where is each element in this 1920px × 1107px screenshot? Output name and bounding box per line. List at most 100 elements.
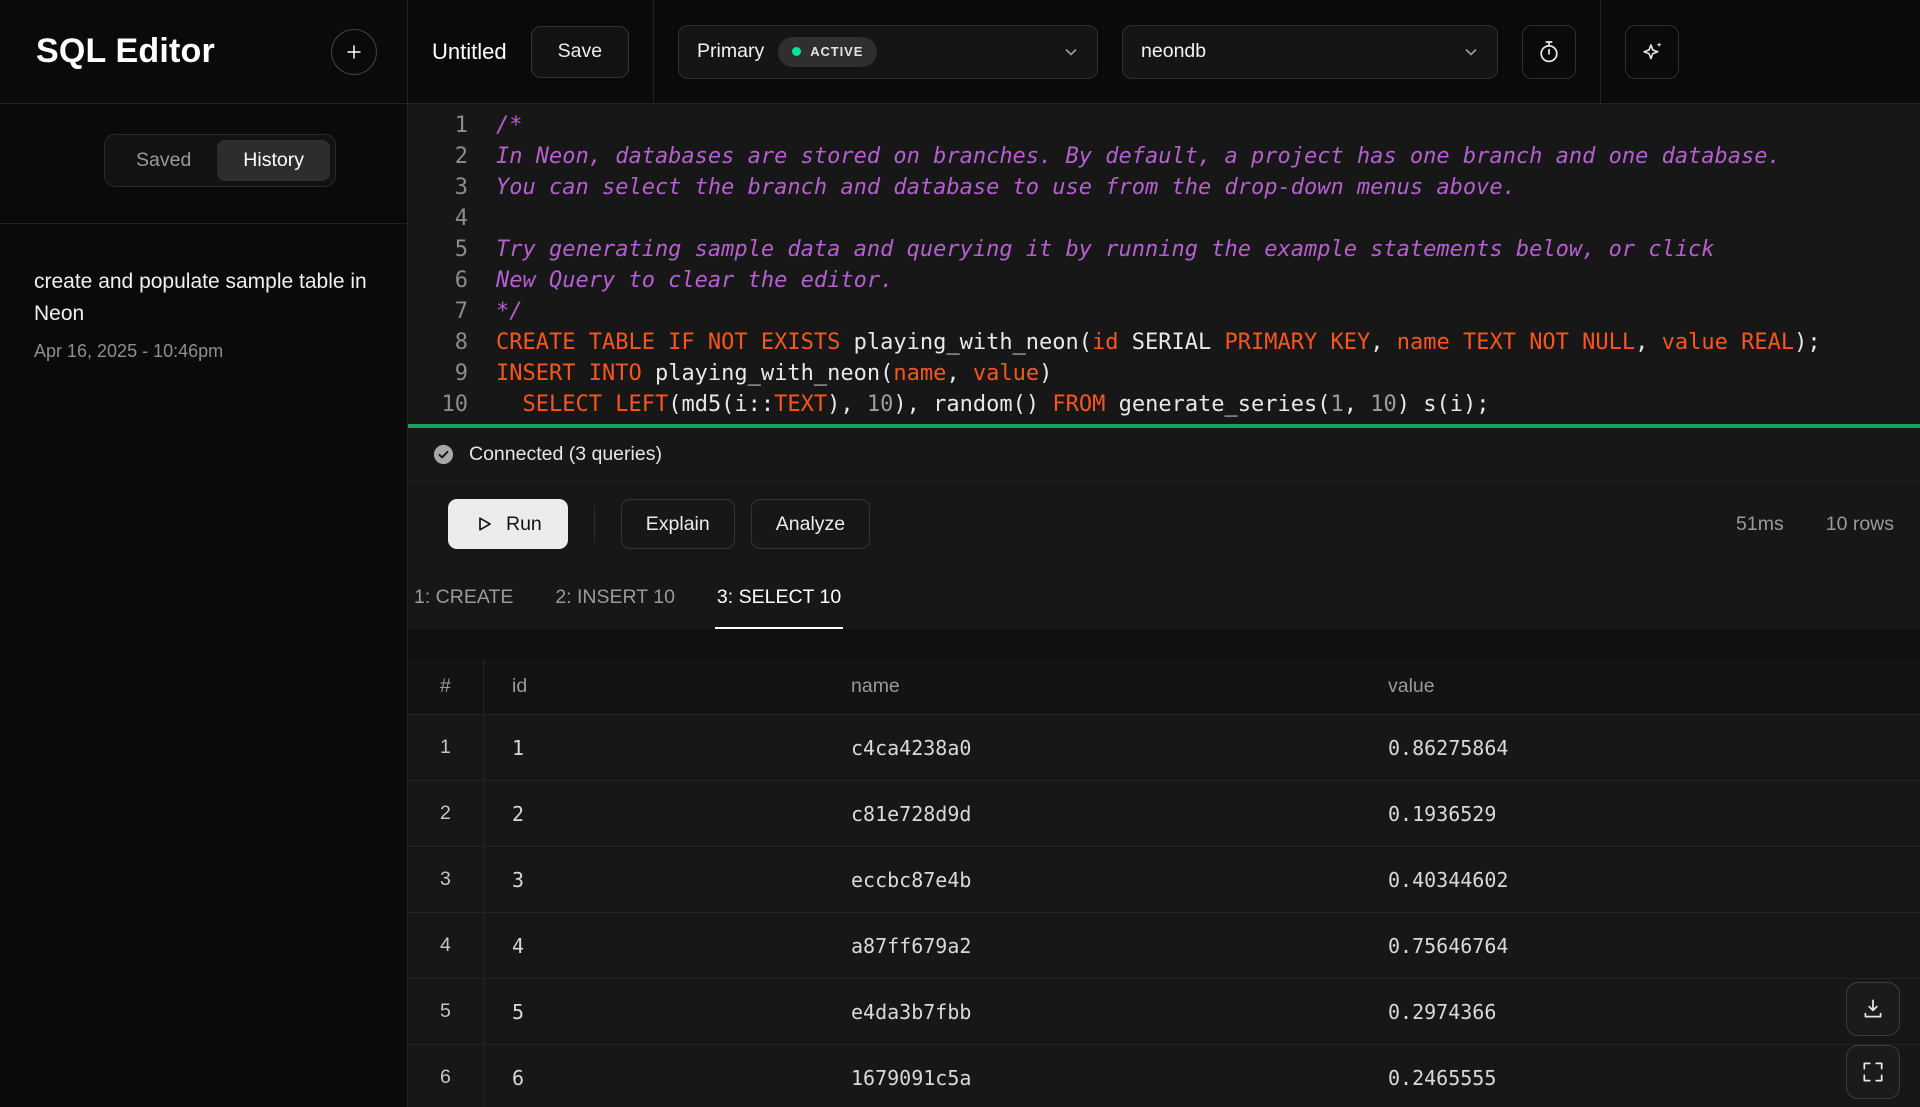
history-item[interactable]: create and populate sample table in Neon… bbox=[34, 266, 373, 362]
id-cell: 5 bbox=[484, 979, 823, 1044]
line-number: 4 bbox=[408, 203, 468, 234]
id-cell: 2 bbox=[484, 781, 823, 846]
code-text: INSERT INTO playing_with_neon(name, valu… bbox=[468, 358, 1920, 389]
branch-status-badge: ACTIVE bbox=[778, 37, 877, 67]
row-index-cell: 4 bbox=[408, 913, 484, 978]
code-editor[interactable]: 1/*2In Neon, databases are stored on bra… bbox=[408, 104, 1920, 420]
line-number: 3 bbox=[408, 172, 468, 203]
active-dot-icon bbox=[792, 47, 801, 56]
line-number: 10 bbox=[408, 389, 468, 420]
results-tab[interactable]: 3: SELECT 10 bbox=[715, 574, 843, 629]
play-icon bbox=[474, 514, 494, 534]
code-line[interactable]: 8CREATE TABLE IF NOT EXISTS playing_with… bbox=[408, 327, 1920, 358]
database-name: neondb bbox=[1141, 40, 1206, 63]
explain-button[interactable]: Explain bbox=[621, 499, 735, 549]
query-history-button[interactable] bbox=[1522, 25, 1576, 79]
download-icon bbox=[1860, 996, 1886, 1022]
results-table: #idnamevalue 11c4ca4238a00.8627586422c81… bbox=[408, 659, 1920, 1107]
table-row[interactable]: 33eccbc87e4b0.40344602 bbox=[408, 847, 1920, 913]
id-cell: 3 bbox=[484, 847, 823, 912]
code-line[interactable]: 10 SELECT LEFT(md5(i::TEXT), 10), random… bbox=[408, 389, 1920, 420]
code-line[interactable]: 2In Neon, databases are stored on branch… bbox=[408, 141, 1920, 172]
row-index-cell: 6 bbox=[408, 1045, 484, 1107]
saved-history-toggle-wrap: SavedHistory bbox=[0, 104, 407, 224]
main-panel: Untitled Save Primary ACTIVE neondb bbox=[408, 0, 1920, 1107]
code-text bbox=[468, 203, 1920, 234]
run-button-label: Run bbox=[506, 513, 542, 536]
name-cell: c4ca4238a0 bbox=[823, 715, 1360, 780]
id-cell: 1 bbox=[484, 715, 823, 780]
row-index-cell: 1 bbox=[408, 715, 484, 780]
table-row[interactable]: 44a87ff679a20.75646764 bbox=[408, 913, 1920, 979]
sidebar-header: SQL Editor bbox=[0, 0, 407, 104]
table-row[interactable]: 661679091c5a0.2465555 bbox=[408, 1045, 1920, 1107]
branch-name: Primary bbox=[697, 40, 764, 63]
analyze-button[interactable]: Analyze bbox=[751, 499, 870, 549]
ai-assistant-button[interactable] bbox=[1625, 25, 1679, 79]
name-cell: c81e728d9d bbox=[823, 781, 1360, 846]
row-index-cell: 3 bbox=[408, 847, 484, 912]
code-line[interactable]: 1/* bbox=[408, 110, 1920, 141]
query-row-count: 10 rows bbox=[1826, 513, 1894, 536]
code-line[interactable]: 5Try generating sample data and querying… bbox=[408, 234, 1920, 265]
code-line[interactable]: 4 bbox=[408, 203, 1920, 234]
column-header-index: # bbox=[408, 659, 484, 714]
chevron-down-icon bbox=[1063, 44, 1079, 60]
toolbar-divider bbox=[653, 0, 654, 103]
sidebar-tab-history[interactable]: History bbox=[217, 140, 330, 181]
table-row[interactable]: 11c4ca4238a00.86275864 bbox=[408, 715, 1920, 781]
new-query-button[interactable] bbox=[331, 29, 377, 75]
row-index-cell: 2 bbox=[408, 781, 484, 846]
code-line[interactable]: 3You can select the branch and database … bbox=[408, 172, 1920, 203]
line-number: 2 bbox=[408, 141, 468, 172]
results-tab[interactable]: 2: INSERT 10 bbox=[553, 574, 677, 629]
code-line[interactable]: 6New Query to clear the editor. bbox=[408, 265, 1920, 296]
plus-icon bbox=[343, 41, 365, 63]
value-cell: 0.75646764 bbox=[1360, 913, 1920, 978]
main-toolbar: Untitled Save Primary ACTIVE neondb bbox=[408, 0, 1920, 104]
query-title[interactable]: Untitled bbox=[432, 39, 507, 65]
line-number: 9 bbox=[408, 358, 468, 389]
code-text: You can select the branch and database t… bbox=[468, 172, 1920, 203]
results-table-body: 11c4ca4238a00.8627586422c81e728d9d0.1936… bbox=[408, 715, 1920, 1107]
code-text: /* bbox=[468, 110, 1920, 141]
run-button[interactable]: Run bbox=[448, 499, 568, 549]
value-cell: 0.86275864 bbox=[1360, 715, 1920, 780]
action-bar-divider bbox=[594, 506, 595, 542]
row-index-cell: 5 bbox=[408, 979, 484, 1044]
save-button[interactable]: Save bbox=[531, 26, 629, 78]
branch-selector[interactable]: Primary ACTIVE bbox=[678, 25, 1098, 79]
table-row[interactable]: 22c81e728d9d0.1936529 bbox=[408, 781, 1920, 847]
line-number: 8 bbox=[408, 327, 468, 358]
connection-status-text: Connected (3 queries) bbox=[469, 443, 662, 466]
value-cell: 0.2974366 bbox=[1360, 979, 1920, 1044]
code-text: New Query to clear the editor. bbox=[468, 265, 1920, 296]
column-header-id: id bbox=[484, 659, 823, 714]
line-number: 7 bbox=[408, 296, 468, 327]
page-title: SQL Editor bbox=[36, 32, 215, 71]
name-cell: 1679091c5a bbox=[823, 1045, 1360, 1107]
results-tab[interactable]: 1: CREATE bbox=[412, 574, 515, 629]
sidebar: SQL Editor SavedHistory create and popul… bbox=[0, 0, 408, 1107]
chevron-down-icon bbox=[1463, 44, 1479, 60]
stopwatch-icon bbox=[1536, 39, 1562, 65]
value-cell: 0.1936529 bbox=[1360, 781, 1920, 846]
query-meta: 51ms 10 rows bbox=[1736, 513, 1894, 536]
id-cell: 4 bbox=[484, 913, 823, 978]
app-root: SQL Editor SavedHistory create and popul… bbox=[0, 0, 1920, 1107]
column-header-value: value bbox=[1360, 659, 1920, 714]
download-results-button[interactable] bbox=[1846, 982, 1900, 1036]
name-cell: a87ff679a2 bbox=[823, 913, 1360, 978]
table-row[interactable]: 55e4da3b7fbb0.2974366 bbox=[408, 979, 1920, 1045]
code-text: CREATE TABLE IF NOT EXISTS playing_with_… bbox=[468, 327, 1920, 358]
code-line[interactable]: 7*/ bbox=[408, 296, 1920, 327]
database-selector[interactable]: neondb bbox=[1122, 25, 1498, 79]
check-circle-icon bbox=[432, 443, 455, 466]
fullscreen-button[interactable] bbox=[1846, 1045, 1900, 1099]
history-list: create and populate sample table in Neon… bbox=[0, 224, 407, 404]
sidebar-tab-saved[interactable]: Saved bbox=[110, 140, 217, 181]
toolbar-divider bbox=[1600, 0, 1601, 103]
sidebar-tabs: SavedHistory bbox=[104, 134, 336, 187]
results-table-header: #idnamevalue bbox=[408, 659, 1920, 715]
code-line[interactable]: 9INSERT INTO playing_with_neon(name, val… bbox=[408, 358, 1920, 389]
